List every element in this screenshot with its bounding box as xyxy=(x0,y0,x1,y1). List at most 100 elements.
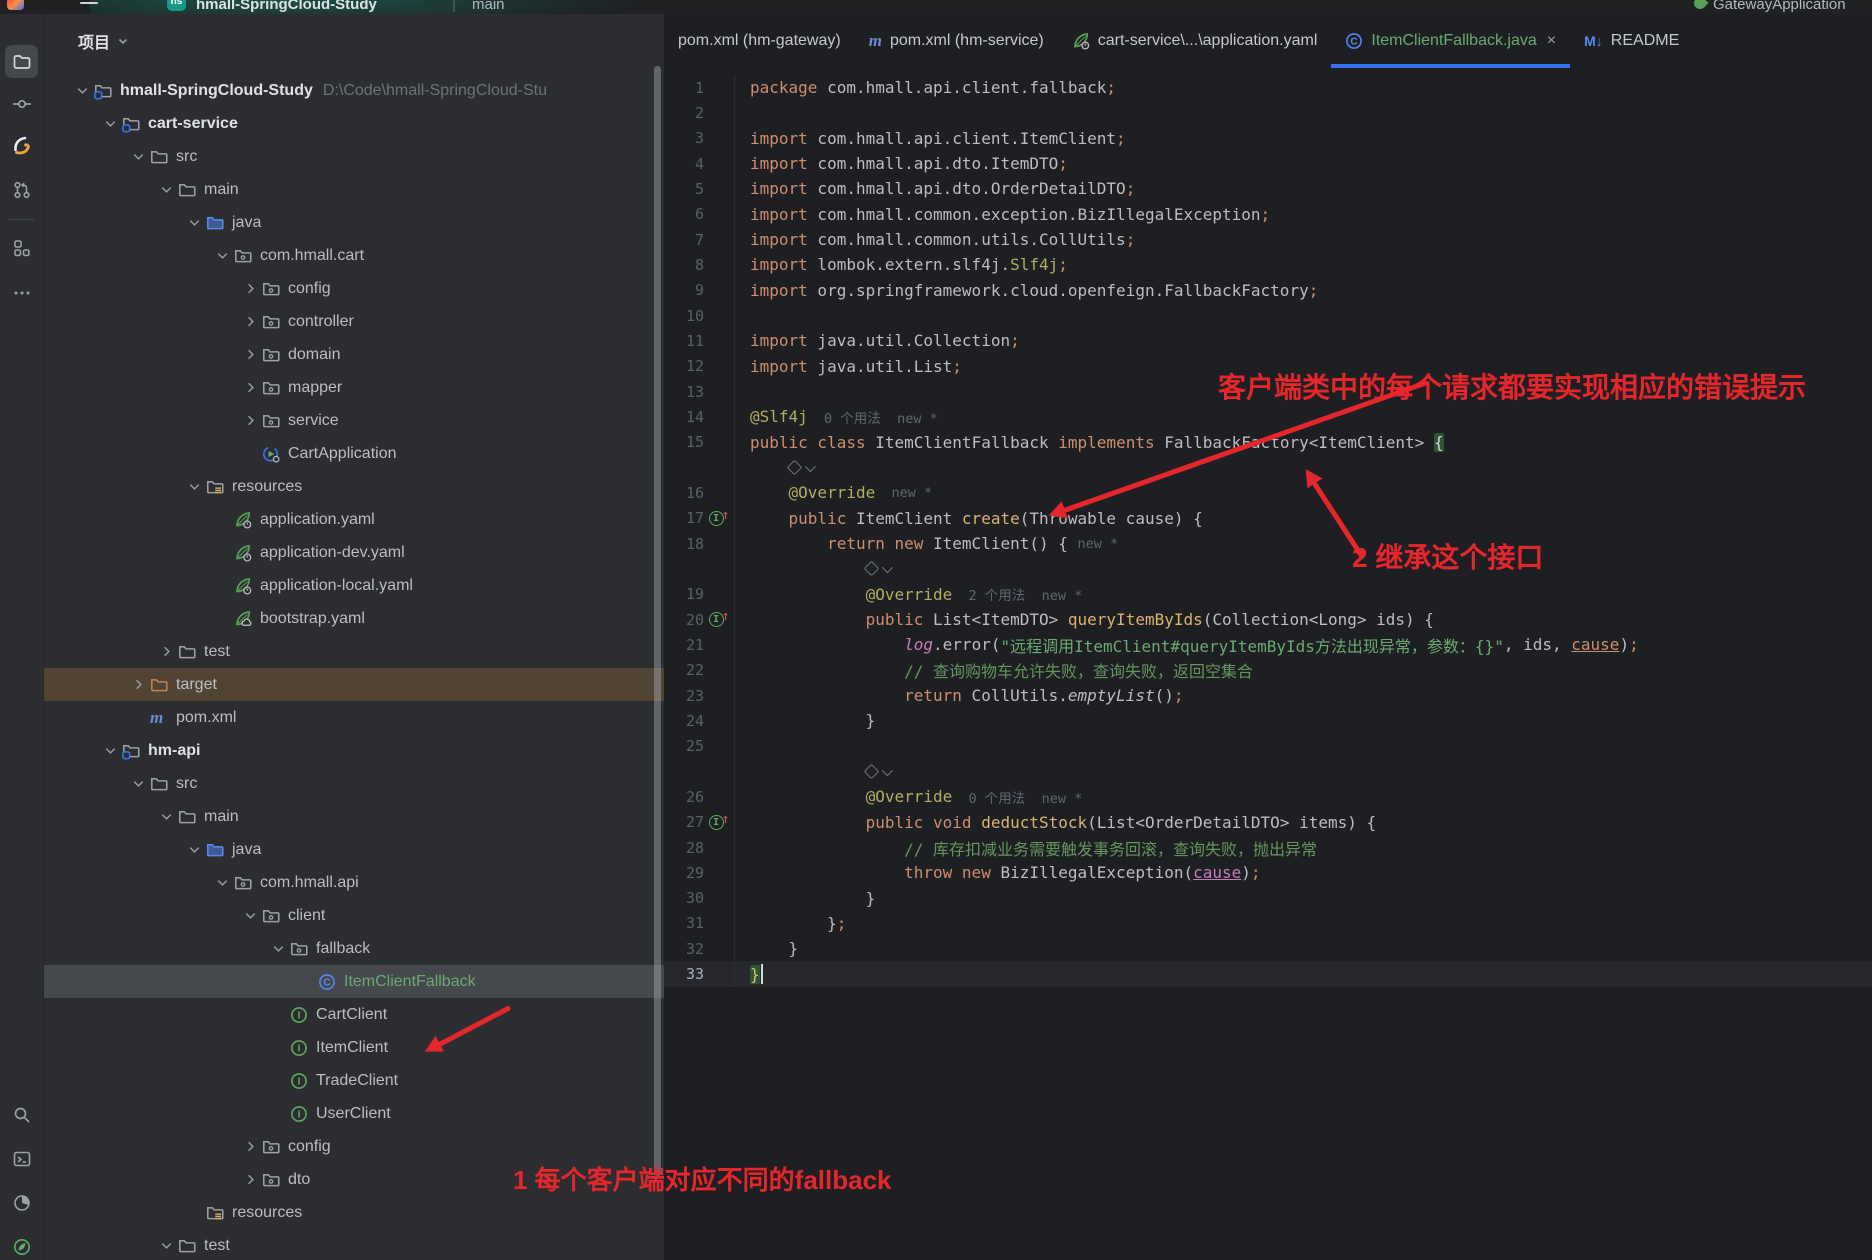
chevron-right-icon[interactable] xyxy=(238,281,262,296)
chevron-right-icon[interactable] xyxy=(238,1172,262,1187)
chevron-right-icon[interactable] xyxy=(238,380,262,395)
main-menu-icon[interactable] xyxy=(80,0,98,14)
tree-item-src[interactable]: src xyxy=(44,767,664,800)
chevron-right-icon[interactable] xyxy=(238,347,262,362)
chevron-down-icon[interactable] xyxy=(182,479,206,494)
chevron-down-icon[interactable] xyxy=(70,83,94,98)
close-tab-icon[interactable]: × xyxy=(1547,32,1556,50)
tree-item-src[interactable]: src xyxy=(44,140,664,173)
editor-tab-itemclientfallback-java[interactable]: CItemClientFallback.java× xyxy=(1331,14,1570,68)
terminal-tool-button[interactable] xyxy=(5,1142,38,1175)
tree-item-test[interactable]: test xyxy=(44,1229,664,1260)
tree-item-fallback[interactable]: fallback xyxy=(44,932,664,965)
project-panel-header[interactable]: 项目 xyxy=(44,14,664,68)
tree-item-dto[interactable]: dto xyxy=(44,1163,664,1196)
project-panel-scrollbar[interactable] xyxy=(654,66,661,1176)
implement-marker-icon[interactable]: I↑ xyxy=(704,511,734,526)
profiler-tool-button[interactable] xyxy=(5,1186,38,1219)
line-number: 11 xyxy=(664,332,704,350)
spring-tool-button[interactable] xyxy=(5,1230,38,1260)
tree-item-resources[interactable]: resources xyxy=(44,470,664,503)
tree-item-com-hmall-api[interactable]: com.hmall.api xyxy=(44,866,664,899)
chevron-right-icon[interactable] xyxy=(126,677,150,692)
tree-item-tradeclient[interactable]: ITradeClient xyxy=(44,1064,664,1097)
run-configuration[interactable]: GatewayApplication xyxy=(1694,0,1846,14)
svg-text:I: I xyxy=(298,1043,301,1054)
tree-item-java[interactable]: java xyxy=(44,206,664,239)
chevron-right-icon[interactable] xyxy=(154,644,178,659)
git-branch-button[interactable]: main xyxy=(472,0,505,14)
chevron-down-icon[interactable] xyxy=(210,248,234,263)
chevron-down-icon[interactable] xyxy=(154,182,178,197)
chevron-down-icon[interactable] xyxy=(126,149,150,164)
chevron-down-icon[interactable] xyxy=(154,1238,178,1253)
tree-item-config[interactable]: config xyxy=(44,272,664,305)
tree-item-com-hmall-cart[interactable]: com.hmall.cart xyxy=(44,239,664,272)
ai-inlay-icon[interactable] xyxy=(789,462,813,473)
pull-requests-tool-button[interactable] xyxy=(5,173,38,206)
editor-tab-pom-xml-hm-service-[interactable]: mpom.xml (hm-service) xyxy=(855,14,1058,68)
tree-item-userclient[interactable]: IUserClient xyxy=(44,1097,664,1130)
tree-item-cartclient[interactable]: ICartClient xyxy=(44,998,664,1031)
window-project-title[interactable]: hmall-SpringCloud-Study xyxy=(196,0,377,14)
editor-tab-pom-xml-hm-gateway-[interactable]: pom.xml (hm-gateway) xyxy=(664,14,855,68)
chevron-down-icon[interactable] xyxy=(182,842,206,857)
chevron-down-icon[interactable] xyxy=(210,875,234,890)
project-tool-button[interactable] xyxy=(5,45,38,78)
tree-item-cartapplication[interactable]: CartApplication xyxy=(44,437,664,470)
tree-item-bootstrap-yaml[interactable]: bootstrap.yaml xyxy=(44,602,664,635)
tree-item-application-yaml[interactable]: application.yaml xyxy=(44,503,664,536)
tree-item-main[interactable]: main xyxy=(44,173,664,206)
tree-item-application-dev-yaml[interactable]: application-dev.yaml xyxy=(44,536,664,569)
tree-item-pom-xml[interactable]: mpom.xml xyxy=(44,701,664,734)
code-text: import com.hmall.common.exception.BizIll… xyxy=(734,202,1872,227)
chevron-down-icon[interactable] xyxy=(98,116,122,131)
code-text: package com.hmall.api.client.fallback; xyxy=(734,75,1872,100)
tree-item-config[interactable]: config xyxy=(44,1130,664,1163)
tree-item-main[interactable]: main xyxy=(44,800,664,833)
tree-item-application-local-yaml[interactable]: application-local.yaml xyxy=(44,569,664,602)
chevron-down-icon[interactable] xyxy=(266,941,290,956)
implement-marker-icon[interactable]: I↑ xyxy=(704,612,734,627)
tree-item-domain[interactable]: domain xyxy=(44,338,664,371)
tree-item-controller[interactable]: controller xyxy=(44,305,664,338)
plugin-colored-tool-button[interactable] xyxy=(5,129,38,162)
tree-item-cart-service[interactable]: cart-service xyxy=(44,107,664,140)
chevron-down-icon[interactable] xyxy=(98,743,122,758)
tree-item-target[interactable]: target xyxy=(44,668,664,701)
chevron-down-icon[interactable] xyxy=(182,215,206,230)
code-editor[interactable]: 1package com.hmall.api.client.fallback;2… xyxy=(664,68,1872,1260)
editor-tab-readme[interactable]: M↓README xyxy=(1570,14,1693,68)
tree-item-java[interactable]: java xyxy=(44,833,664,866)
code-line-31: 31 }; xyxy=(664,911,1872,936)
chevron-down-icon[interactable] xyxy=(126,776,150,791)
line-number: 19 xyxy=(664,585,704,603)
chevron-right-icon[interactable] xyxy=(238,1139,262,1154)
structure-tool-button[interactable] xyxy=(5,231,38,264)
commit-tool-button[interactable] xyxy=(5,87,38,120)
chevron-down-icon[interactable] xyxy=(154,809,178,824)
chevron-right-icon[interactable] xyxy=(238,413,262,428)
tree-item-itemclient[interactable]: IItemClient xyxy=(44,1031,664,1064)
tree-item-label: main xyxy=(204,181,239,199)
editor-tab-cart-service-application-yaml[interactable]: cart-service\...\application.yaml xyxy=(1058,14,1332,68)
tree-item-mapper[interactable]: mapper xyxy=(44,371,664,404)
tree-item-hm-api[interactable]: hm-api xyxy=(44,734,664,767)
code-line-27: 27I↑ public void deductStock(List<OrderD… xyxy=(664,810,1872,835)
tree-item-client[interactable]: client xyxy=(44,899,664,932)
tree-item-hmall-springcloud-study[interactable]: hmall-SpringCloud-StudyD:\Code\hmall-Spr… xyxy=(44,74,664,107)
implement-marker-icon[interactable]: I↑ xyxy=(704,815,734,830)
tree-item-service[interactable]: service xyxy=(44,404,664,437)
tree-item-itemclientfallback[interactable]: CItemClientFallback xyxy=(44,965,664,998)
tree-item-label: test xyxy=(204,643,230,661)
ai-inlay-icon[interactable] xyxy=(866,563,890,574)
tree-item-resources[interactable]: resources xyxy=(44,1196,664,1229)
chevron-right-icon[interactable] xyxy=(238,314,262,329)
ai-inlay-icon[interactable] xyxy=(866,766,890,777)
chevron-down-icon[interactable] xyxy=(238,908,262,923)
class-icon: C xyxy=(318,973,344,991)
tree-item-label: application.yaml xyxy=(260,511,375,529)
more-tools-button[interactable] xyxy=(5,276,38,309)
search-tool-button[interactable] xyxy=(5,1098,38,1131)
tree-item-test[interactable]: test xyxy=(44,635,664,668)
